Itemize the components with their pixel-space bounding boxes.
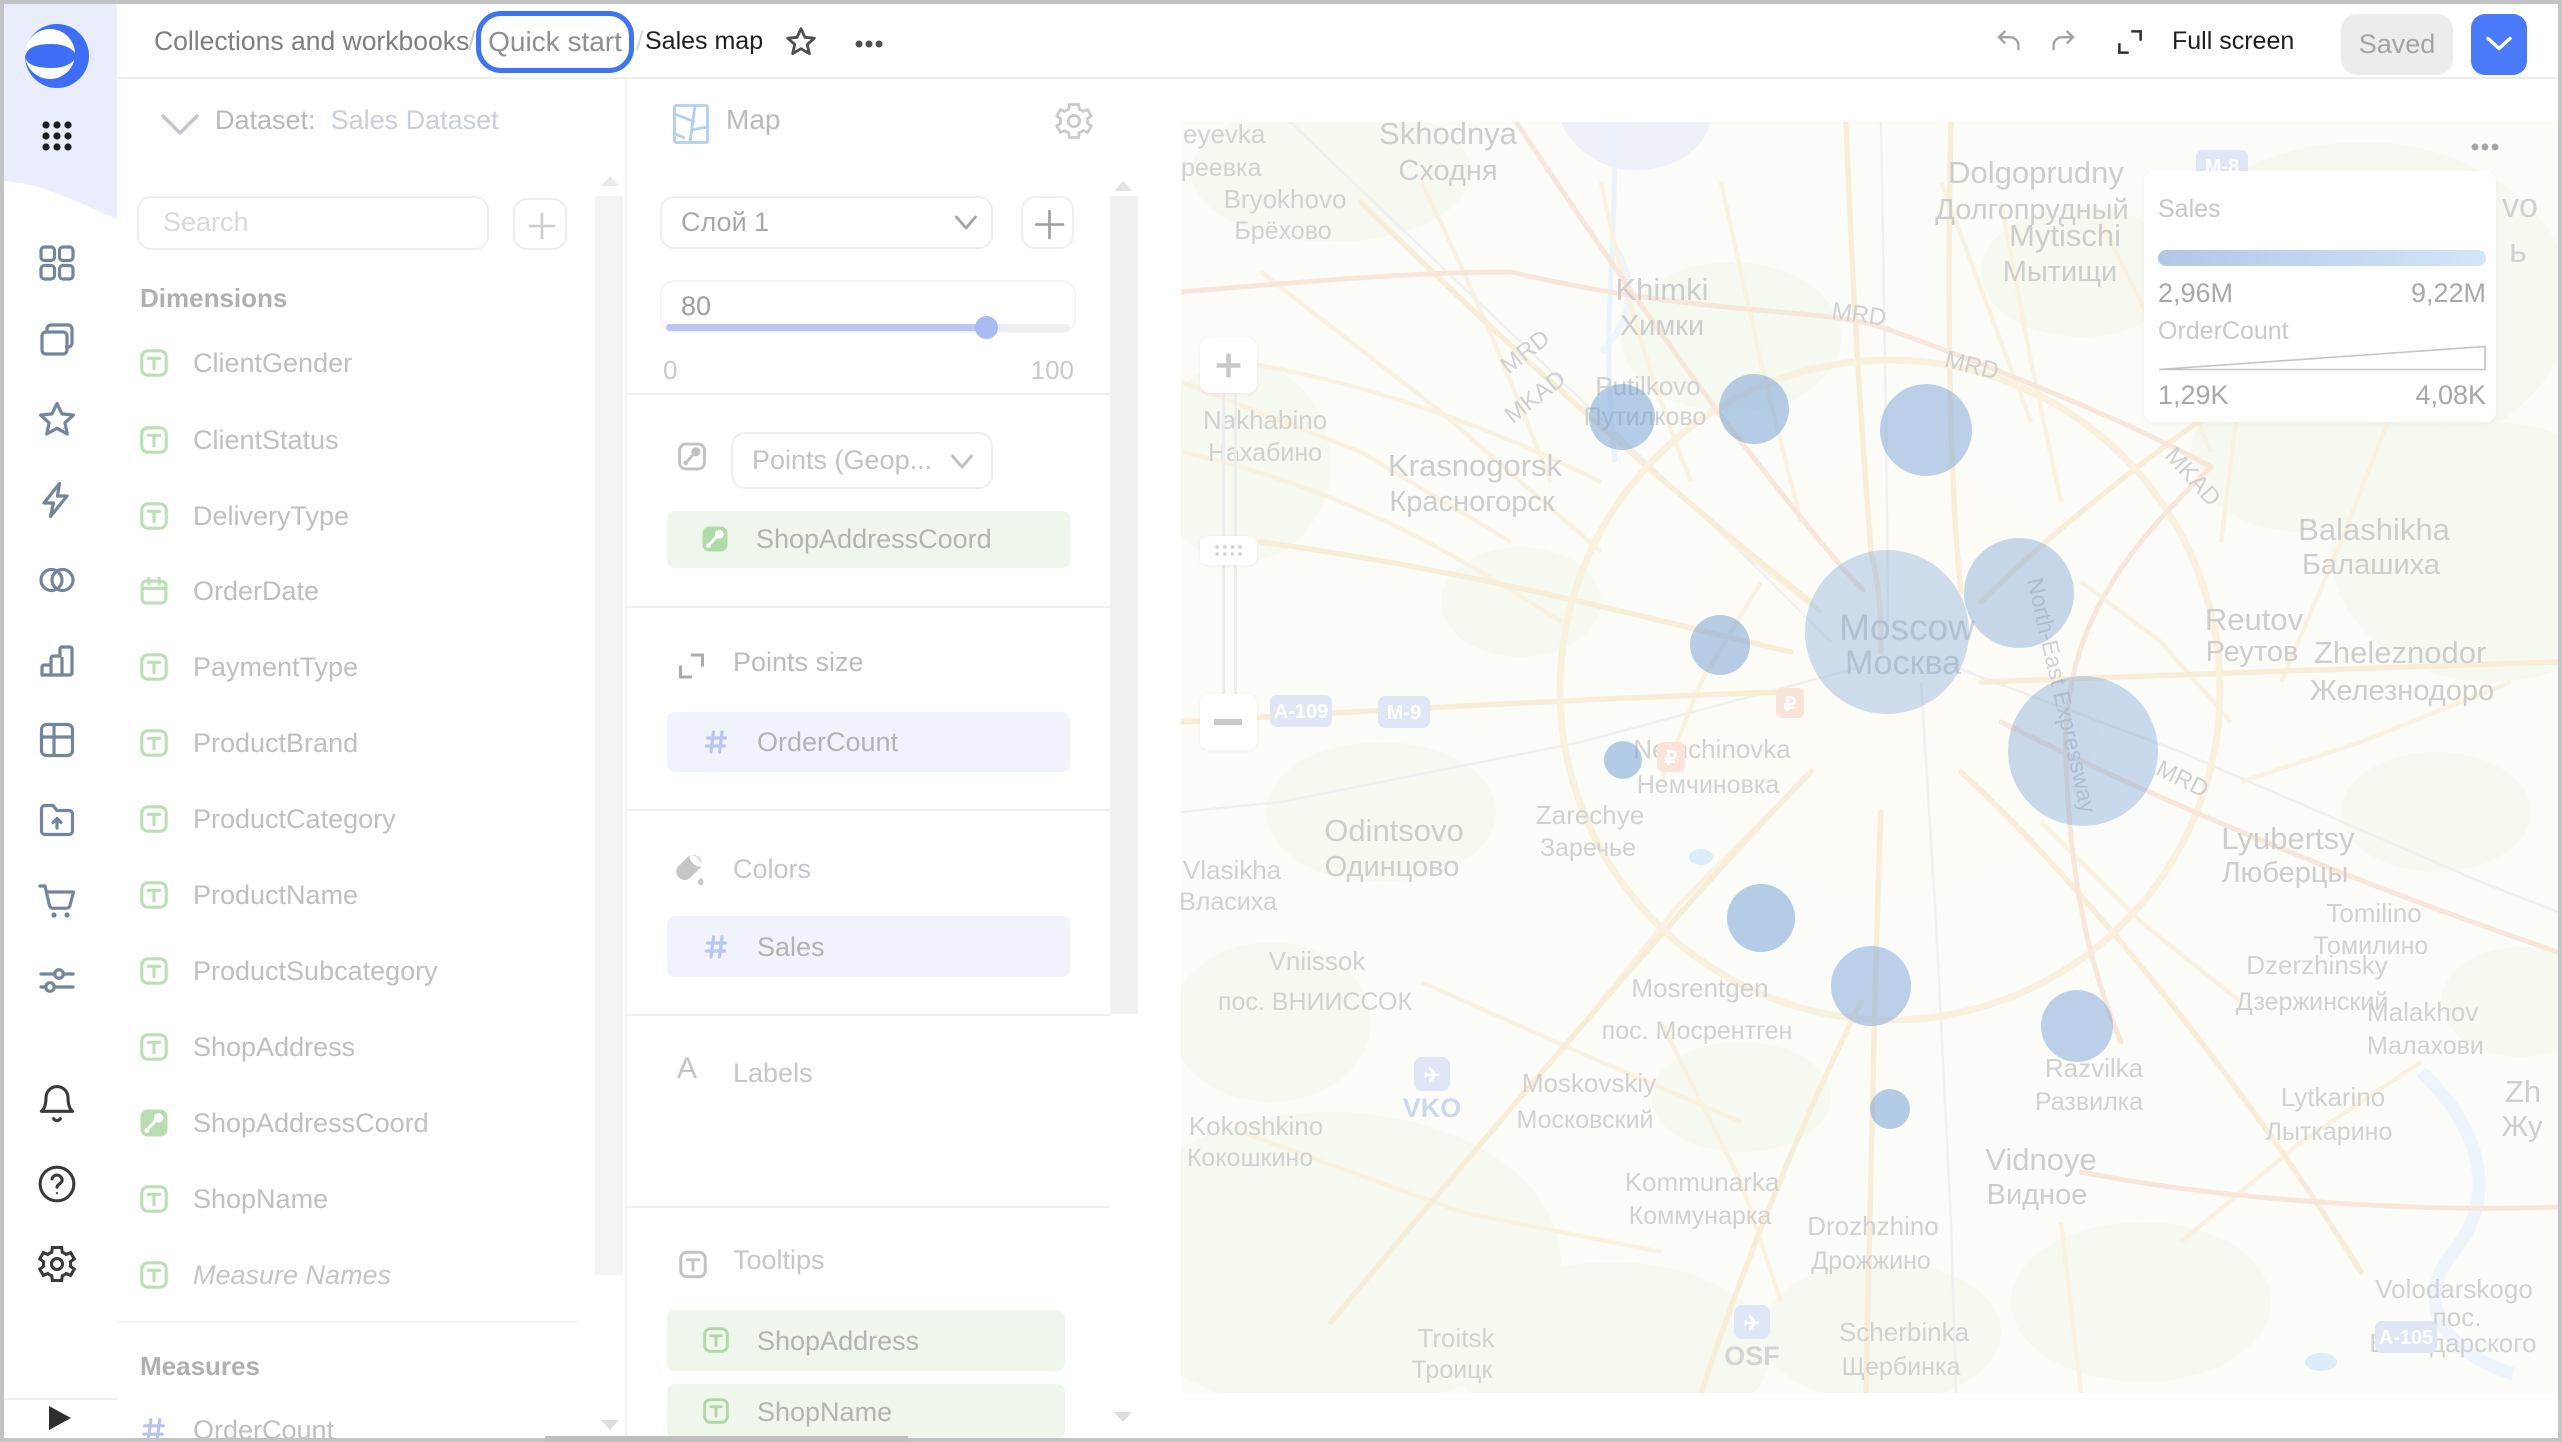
svg-text:✈: ✈	[1424, 1065, 1441, 1087]
svg-text:eyevka: eyevka	[1183, 122, 1266, 149]
svg-text:Развилка: Развилка	[2035, 1088, 2143, 1116]
svg-text:Volodarskogo: Volodarskogo	[2375, 1274, 2533, 1304]
svg-text:Жу: Жу	[2502, 1111, 2543, 1143]
svg-text:Bryokhovo: Bryokhovo	[1224, 184, 1347, 214]
svg-text:Малахови: Малахови	[2367, 1032, 2484, 1060]
svg-text:₽: ₽	[1784, 694, 1797, 716]
svg-text:Сходня: Сходня	[1398, 155, 1497, 187]
svg-text:Balashikha: Balashikha	[2298, 512, 2450, 547]
svg-text:Khimki: Khimki	[1615, 272, 1708, 307]
svg-text:Zheleznodor: Zheleznodor	[2314, 635, 2486, 670]
svg-text:А-105: А-105	[2379, 1327, 2433, 1349]
svg-text:М-9: М-9	[1387, 702, 1421, 724]
svg-text:Мытищи: Мытищи	[2003, 256, 2118, 288]
svg-text:Долгопрудный: Долгопрудный	[1935, 194, 2128, 226]
svg-text:Lytkarino: Lytkarino	[2281, 1082, 2386, 1112]
svg-text:Kommunarka: Kommunarka	[1625, 1167, 1780, 1197]
svg-text:пос. ВНИИССОК: пос. ВНИИССОК	[1218, 988, 1413, 1016]
svg-text:Троицк: Троицк	[1412, 1356, 1494, 1384]
svg-text:Железнодоро: Железнодоро	[2310, 675, 2494, 707]
svg-text:Vniissok: Vniissok	[1269, 946, 1367, 976]
svg-text:✈: ✈	[1744, 1313, 1761, 1335]
svg-text:Reutov: Reutov	[2205, 602, 2304, 637]
svg-text:Zh: Zh	[2505, 1074, 2541, 1109]
svg-text:VKO: VKO	[1403, 1093, 1462, 1123]
svg-text:Нахабино: Нахабино	[1208, 439, 1322, 467]
svg-text:Dolgoprudny: Dolgoprudny	[1948, 155, 2124, 190]
svg-text:Дрожжино: Дрожжино	[1811, 1247, 1931, 1275]
svg-text:Одинцово: Одинцово	[1325, 851, 1460, 883]
svg-text:Skhodnya: Skhodnya	[1379, 122, 1518, 151]
svg-text:реевка: реевка	[1181, 154, 1261, 182]
svg-text:Брёхово: Брёхово	[1234, 217, 1331, 245]
svg-text:ь: ь	[2509, 232, 2527, 270]
svg-text:₽: ₽	[1665, 748, 1678, 770]
svg-text:Балашиха: Балашиха	[2302, 549, 2441, 581]
svg-text:Кокошкино: Кокошкино	[1187, 1144, 1313, 1172]
svg-text:Odintsovo: Odintsovo	[1324, 813, 1464, 848]
svg-text:Moskovskiy: Moskovskiy	[1522, 1068, 1656, 1098]
svg-text:Заречье: Заречье	[1540, 834, 1636, 862]
svg-text:Kokoshkino: Kokoshkino	[1189, 1111, 1323, 1141]
svg-text:Troitsk: Troitsk	[1417, 1323, 1495, 1353]
svg-text:Vlasikha: Vlasikha	[1183, 855, 1282, 885]
svg-text:Mosrentgen: Mosrentgen	[1631, 973, 1768, 1003]
svg-text:Nemchinovka: Nemchinovka	[1633, 734, 1791, 764]
svg-text:Люберцы: Люберцы	[2222, 857, 2349, 889]
svg-text:Drozhzhino: Drozhzhino	[1807, 1211, 1939, 1241]
svg-text:vo: vo	[2502, 187, 2538, 225]
svg-text:Видное: Видное	[1987, 1179, 2088, 1211]
svg-text:Щербинка: Щербинка	[1842, 1353, 1961, 1381]
svg-text:Власиха: Власиха	[1181, 888, 1277, 916]
svg-text:Zarechye: Zarechye	[1536, 800, 1644, 830]
svg-text:Немчиновка: Немчиновка	[1637, 771, 1780, 799]
svg-text:Lyubertsy: Lyubertsy	[2221, 821, 2355, 856]
svg-text:Томилино: Томилино	[2314, 932, 2429, 960]
svg-text:Scherbinka: Scherbinka	[1839, 1317, 1970, 1347]
svg-text:Лыткарино: Лыткарино	[2266, 1118, 2393, 1146]
svg-text:Красногорск: Красногорск	[1389, 486, 1554, 518]
svg-text:Химки: Химки	[1620, 310, 1704, 342]
svg-text:Московский: Московский	[1517, 1106, 1654, 1134]
svg-text:Коммунарка: Коммунарка	[1629, 1202, 1772, 1230]
svg-text:пос. Мосрентген: пос. Мосрентген	[1602, 1017, 1793, 1045]
svg-text:Дзержинский: Дзержинский	[2236, 988, 2389, 1016]
svg-text:Tomilino: Tomilino	[2326, 898, 2421, 928]
svg-text:А-109: А-109	[1274, 701, 1328, 723]
svg-text:OSF: OSF	[1724, 1341, 1780, 1371]
svg-text:Vidnoye: Vidnoye	[1985, 1142, 2096, 1177]
svg-text:Krasnogorsk: Krasnogorsk	[1388, 448, 1563, 483]
svg-text:Реутов: Реутов	[2206, 636, 2299, 668]
